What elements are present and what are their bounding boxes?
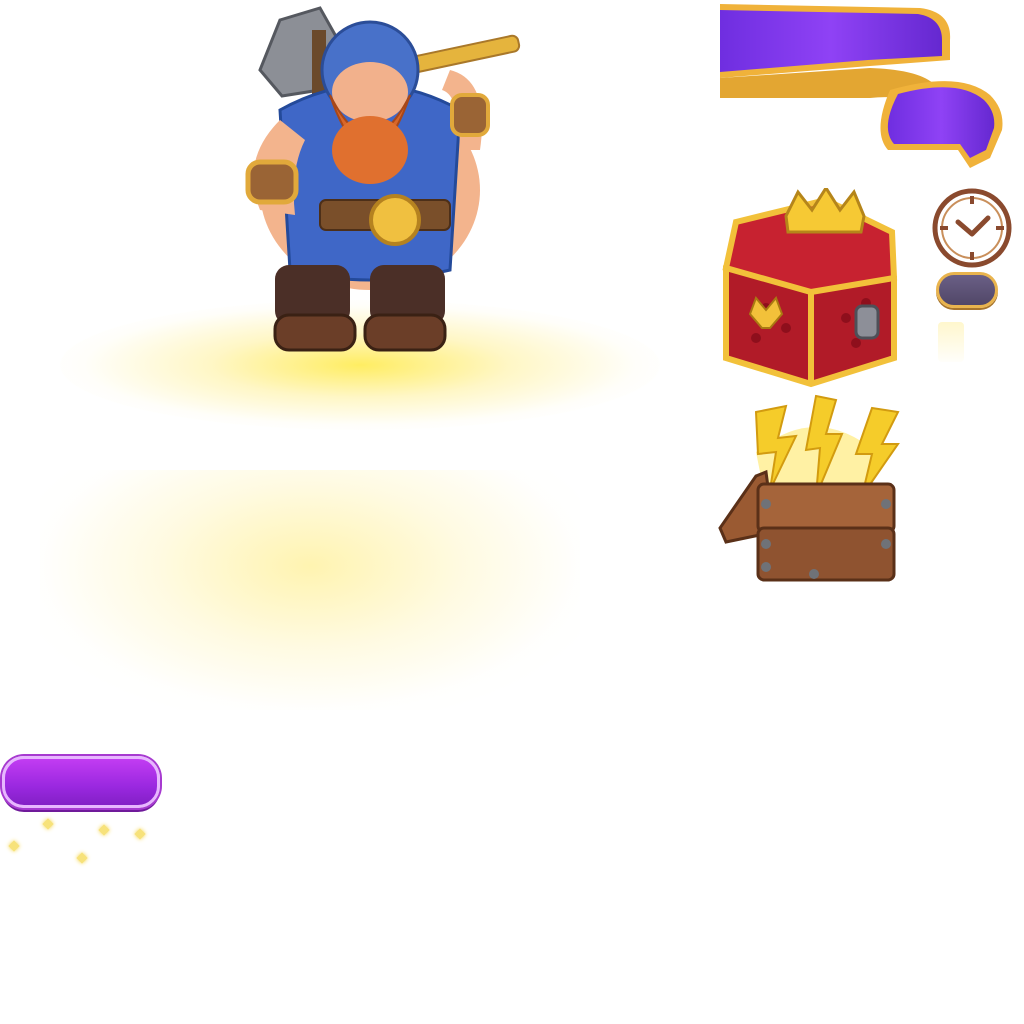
sparkle-icon [134,828,146,840]
clock-icon [932,188,1012,268]
sparkle-icon [8,840,20,852]
energy-lightning-crate-icon[interactable] [716,392,916,592]
sparkle-icon [42,818,54,830]
timer-glow [938,322,964,362]
dwarf-character-icon [245,6,521,352]
action-button[interactable] [2,756,160,808]
sparkle-icon [98,824,110,836]
sparkle-icon [76,852,88,864]
royal-crown-chest-icon[interactable] [716,188,906,388]
purple-ribbon-banner-icon [720,4,1003,168]
floor-glow [40,470,580,710]
timer-pill [936,272,998,308]
